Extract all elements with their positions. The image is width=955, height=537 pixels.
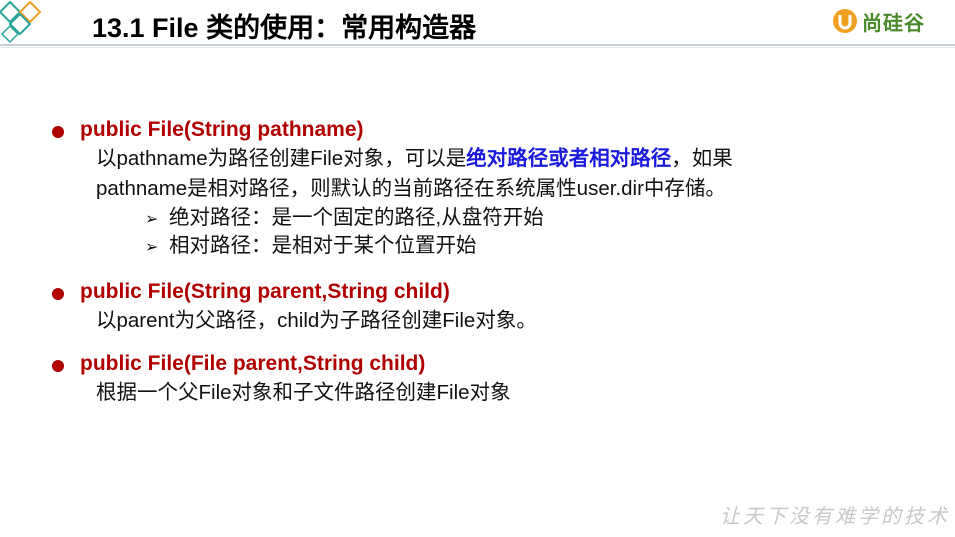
description-text: 以pathname为路径创建File对象，可以是	[96, 147, 467, 170]
constructor-description-line: 以pathname为路径创建File对象，可以是绝对路径或者相对路径，如果	[96, 144, 733, 174]
constructor-signature: public File(String parent,String child)	[80, 280, 450, 303]
slide-content: public File(String pathname) 以pathname为路…	[0, 0, 955, 537]
bullet-dot-icon	[52, 288, 64, 300]
sub-point: ➢ 绝对路径：是一个固定的路径,从盘符开始	[145, 204, 544, 234]
constructor-signature: public File(File parent,String child)	[80, 352, 426, 375]
constructor-description-line: 根据一个父File对象和子文件路径创建File对象	[96, 381, 511, 404]
sub-point: ➢ 相对路径：是相对于某个位置开始	[145, 232, 477, 262]
description-text: ，如果	[671, 147, 733, 170]
sub-point-text: 绝对路径：是一个固定的路径,从盘符开始	[169, 206, 544, 229]
arrow-bullet-icon: ➢	[145, 239, 159, 256]
constructor-description-line: 以parent为父路径，child为子路径创建File对象。	[96, 309, 537, 332]
bullet-dot-icon	[52, 360, 64, 372]
constructor-signature: public File(String pathname)	[80, 118, 364, 141]
sub-point-text: 相对路径：是相对于某个位置开始	[169, 234, 477, 257]
slogan-watermark: 让天下没有难学的技术	[720, 504, 950, 528]
bullet-dot-icon	[52, 126, 64, 138]
arrow-bullet-icon: ➢	[145, 211, 159, 228]
highlighted-text: 绝对路径或者相对路径	[466, 147, 672, 170]
constructor-description-line: pathname是相对路径，则默认的当前路径在系统属性user.dir中存储。	[96, 177, 726, 200]
